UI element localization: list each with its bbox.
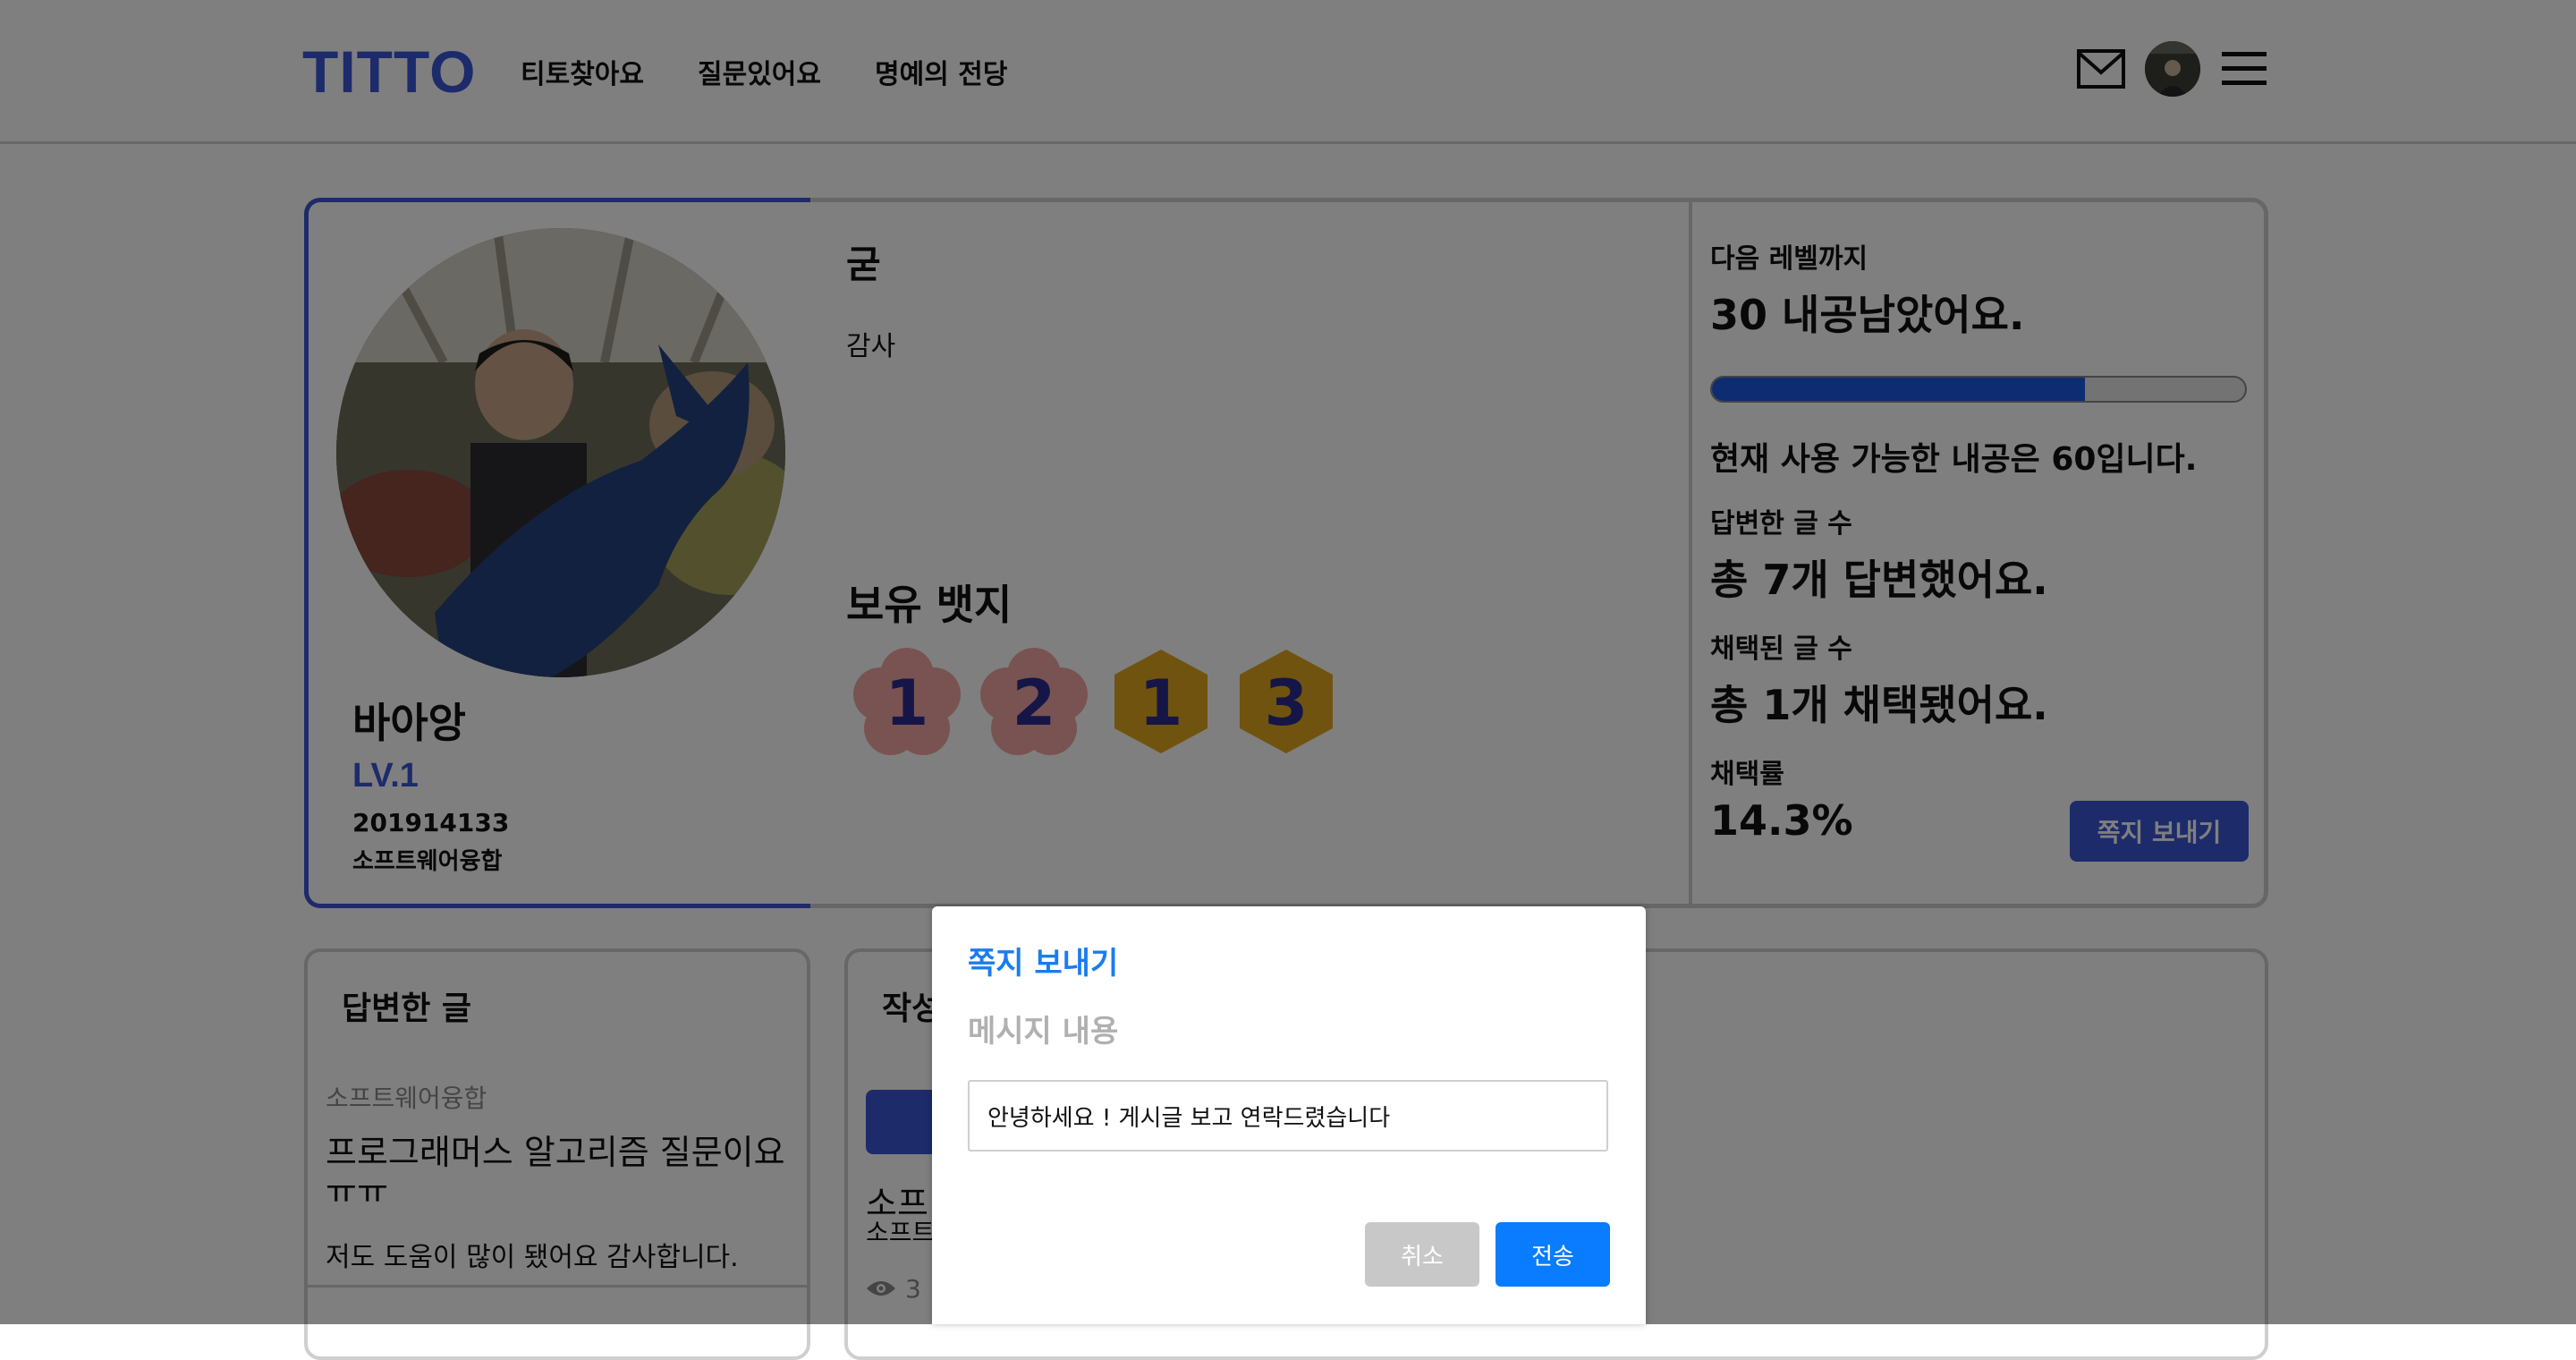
cancel-button[interactable]: 취소 bbox=[1365, 1222, 1479, 1287]
modal-title: 쪽지 보내기 bbox=[968, 946, 1119, 982]
send-note-modal: 쪽지 보내기 메시지 내용 취소 전송 bbox=[932, 906, 1646, 1324]
message-content-label: 메시지 내용 bbox=[968, 1014, 1119, 1050]
message-input[interactable] bbox=[968, 1080, 1608, 1152]
send-button[interactable]: 전송 bbox=[1496, 1222, 1610, 1287]
